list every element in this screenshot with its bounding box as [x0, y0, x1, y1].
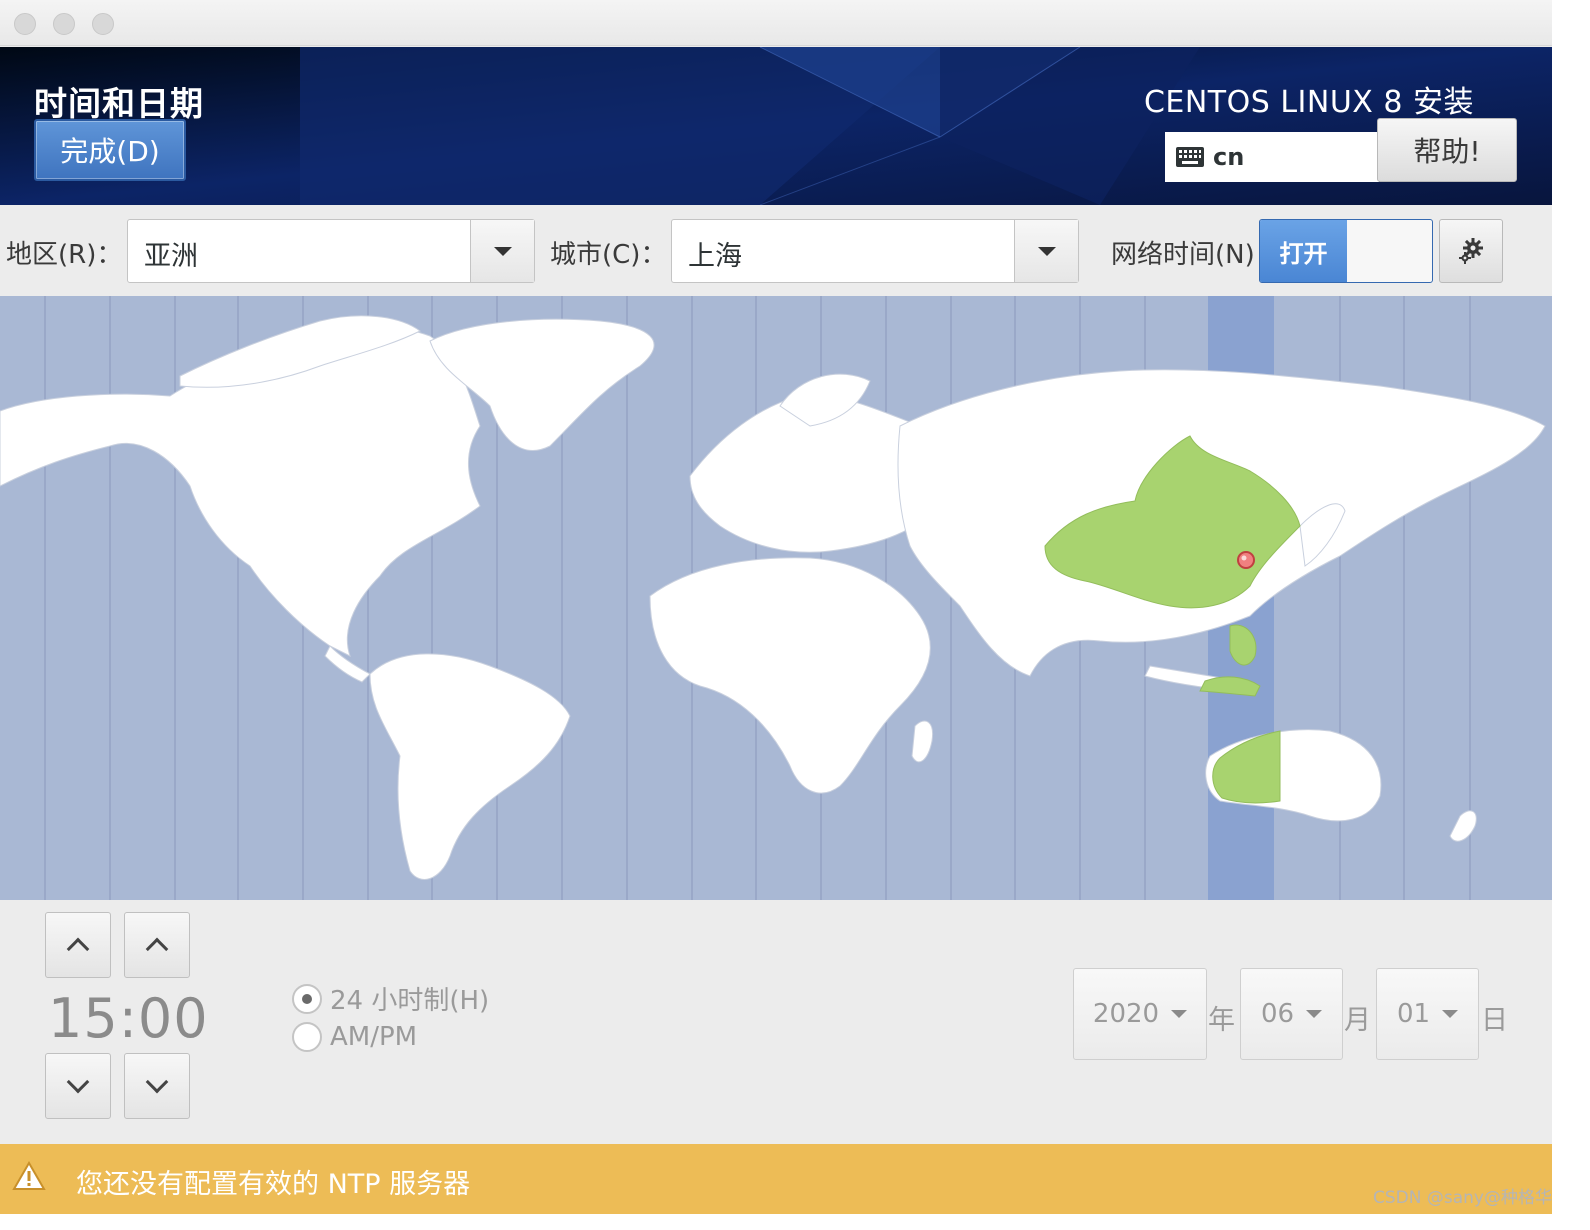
chevron-down-icon — [66, 1070, 90, 1094]
year-unit-label: 年 — [1208, 1005, 1235, 1036]
timezone-toolbar: 地区(R)： 亚洲 城市(C)： 上海 网络时间(N) 打开 — [0, 206, 1552, 296]
network-time-label: 网络时间(N) — [1111, 240, 1255, 270]
title-bar — [0, 0, 1552, 46]
month-value: 06 — [1260, 999, 1295, 1029]
month-combo[interactable]: 06 — [1240, 968, 1343, 1060]
hour-up-button[interactable] — [45, 912, 111, 978]
region-label: 地区(R)： — [6, 240, 123, 270]
chevron-down-icon — [1037, 246, 1056, 256]
ntp-settings-button[interactable] — [1439, 219, 1503, 283]
chevron-up-icon — [145, 937, 169, 961]
minimize-window-button[interactable] — [53, 13, 75, 35]
year-combo[interactable]: 2020 — [1073, 968, 1207, 1060]
region-combo[interactable]: 亚洲 — [127, 219, 535, 283]
region-dropdown-button[interactable] — [470, 220, 534, 282]
format-ampm-radio[interactable] — [292, 1022, 322, 1052]
page-title: 时间和日期 — [34, 84, 204, 123]
maximize-window-button[interactable] — [92, 13, 114, 35]
region-value: 亚洲 — [144, 241, 198, 272]
city-combo[interactable]: 上海 — [671, 219, 1079, 283]
month-unit-label: 月 — [1344, 1005, 1371, 1036]
done-button[interactable]: 完成(D) — [34, 119, 186, 181]
day-unit-label: 日 — [1481, 1005, 1508, 1036]
warning-icon — [12, 1160, 46, 1190]
format-ampm-option[interactable]: AM/PM — [292, 1022, 417, 1052]
format-24h-radio[interactable] — [292, 983, 322, 1014]
format-24h-label: 24 小时制(H) — [330, 986, 490, 1016]
watermark: CSDN @sany@种格华 — [1373, 1188, 1552, 1208]
chevron-down-icon — [493, 246, 512, 256]
install-title: CENTOS LINUX 8 安装 — [1143, 85, 1474, 120]
chevron-up-icon — [66, 937, 90, 961]
warning-text: 您还没有配置有效的 NTP 服务器 — [76, 1169, 471, 1200]
radio-selected-dot — [302, 993, 312, 1004]
network-time-switch-on: 打开 — [1260, 220, 1347, 282]
installer-window: 时间和日期 完成(D) CENTOS LINUX 8 安装 cn 帮助! 地区(… — [0, 0, 1552, 1214]
city-label: 城市(C)： — [550, 240, 667, 270]
day-value: 01 — [1396, 999, 1431, 1029]
chevron-down-icon — [1306, 1010, 1323, 1018]
timezone-map[interactable] — [0, 296, 1552, 900]
day-combo[interactable]: 01 — [1376, 968, 1479, 1060]
keyboard-icon — [1176, 147, 1204, 167]
warning-bar: 您还没有配置有效的 NTP 服务器 — [0, 1144, 1552, 1214]
keyboard-layout-code: cn — [1213, 143, 1245, 171]
world-map[interactable] — [0, 296, 1552, 900]
chevron-down-icon — [145, 1070, 169, 1094]
chevron-down-icon — [1442, 1010, 1459, 1018]
network-time-switch[interactable]: 打开 — [1259, 219, 1433, 283]
city-dropdown-button[interactable] — [1014, 220, 1078, 282]
header-banner: 时间和日期 完成(D) CENTOS LINUX 8 安装 cn 帮助! — [0, 47, 1552, 205]
close-window-button[interactable] — [14, 13, 36, 35]
gear-icon — [1459, 238, 1483, 264]
city-pin-icon — [1237, 551, 1255, 569]
time-display: 15:00 — [48, 987, 209, 1050]
city-value: 上海 — [688, 241, 742, 272]
minute-down-button[interactable] — [124, 1053, 190, 1119]
format-24h-option[interactable]: 24 小时制(H) — [292, 980, 489, 1017]
minute-up-button[interactable] — [124, 912, 190, 978]
help-button[interactable]: 帮助! — [1377, 118, 1517, 182]
keyboard-layout-indicator[interactable]: cn — [1165, 132, 1379, 182]
format-ampm-label: AM/PM — [330, 1022, 418, 1052]
hour-down-button[interactable] — [45, 1053, 111, 1119]
year-value: 2020 — [1092, 999, 1160, 1029]
chevron-down-icon — [1171, 1010, 1188, 1018]
